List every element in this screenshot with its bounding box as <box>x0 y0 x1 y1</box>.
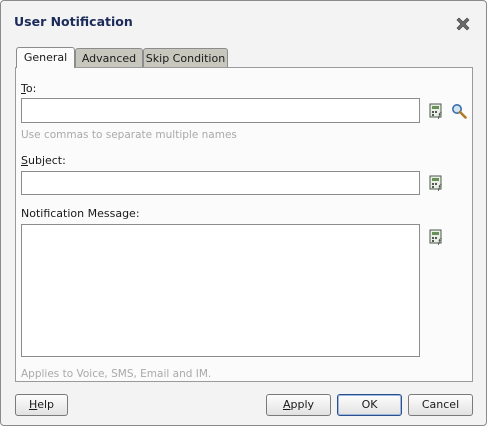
subject-label: Subject: <box>21 154 66 167</box>
dialog-title: User Notification <box>14 14 133 29</box>
subject-input[interactable] <box>21 171 420 195</box>
tab-advanced[interactable]: Advanced <box>75 48 143 67</box>
message-hint: Applies to Voice, SMS, Email and IM. <box>21 368 212 380</box>
expression-builder-icon[interactable]: f <box>429 103 445 120</box>
notification-message-textarea[interactable] <box>21 224 420 357</box>
expression-builder-icon[interactable]: f <box>429 229 445 246</box>
general-tab-panel: To: f Use commas to separate multiple na… <box>15 67 473 382</box>
help-button[interactable]: Help <box>15 394 68 416</box>
tab-skip-condition[interactable]: Skip Condition <box>143 48 228 67</box>
user-notification-dialog: User Notification General Advanced Skip … <box>0 0 487 426</box>
expression-builder-icon[interactable]: f <box>429 175 445 192</box>
search-icon[interactable] <box>451 103 467 119</box>
apply-button[interactable]: Apply <box>266 394 331 416</box>
tab-general[interactable]: General <box>16 47 75 68</box>
notification-message-label: Notification Message: <box>21 207 140 220</box>
cancel-button[interactable]: Cancel <box>408 394 473 416</box>
ok-button[interactable]: OK <box>337 394 402 416</box>
close-icon[interactable] <box>455 16 471 32</box>
to-hint: Use commas to separate multiple names <box>21 129 237 141</box>
to-input[interactable] <box>21 98 420 123</box>
to-label: To: <box>21 82 37 95</box>
